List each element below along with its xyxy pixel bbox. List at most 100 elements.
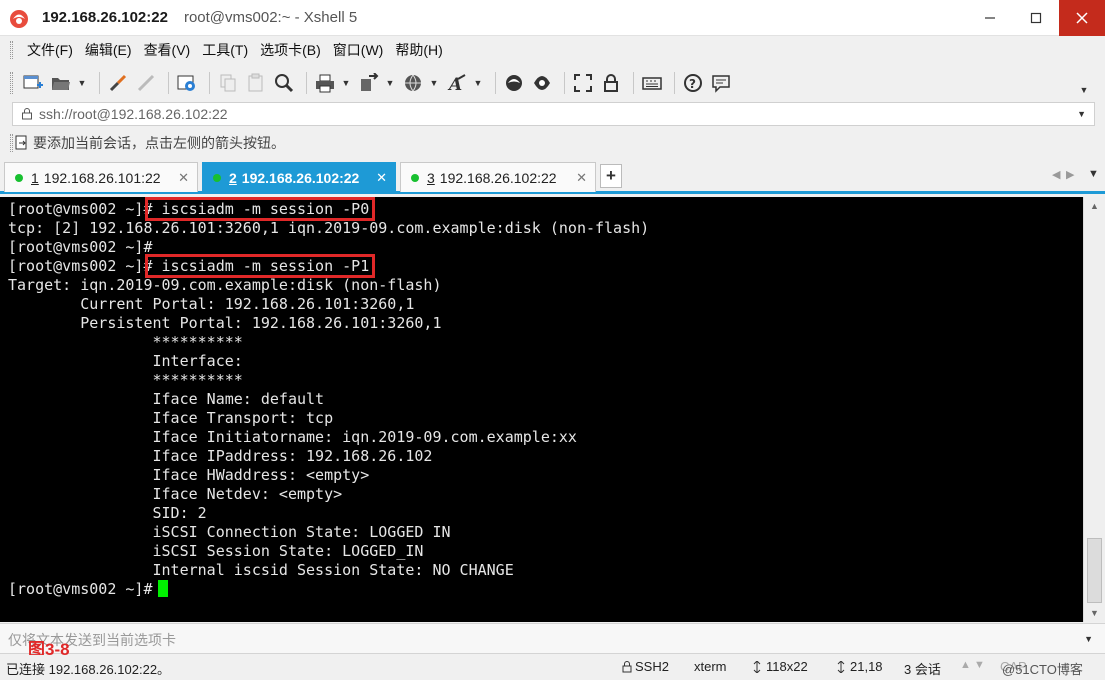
add-tab-button[interactable]: +: [600, 164, 622, 188]
toolbar-overflow[interactable]: ▼: [1079, 78, 1089, 102]
terminal-prompt-line: [root@vms002 ~]#: [8, 580, 153, 598]
connected-status-dot: [213, 173, 221, 182]
menu-window[interactable]: 窗口(W): [327, 40, 390, 60]
tab-number: 2: [229, 169, 237, 186]
tab-scroll-left-icon[interactable]: ◀: [1052, 168, 1060, 181]
tab-list-icon[interactable]: ▼: [1088, 168, 1099, 180]
font-dropdown[interactable]: ▼: [473, 71, 483, 95]
terminal-line: Internal iscsid Session State: NO CHANGE: [8, 561, 514, 579]
cursor-position: 21,18: [850, 659, 883, 674]
session-count: 3 会话: [904, 662, 941, 677]
terminal-line: Iface Initiatorname: iqn.2019-09.com.exa…: [8, 428, 577, 446]
address-input[interactable]: ssh://root@192.168.26.102:22: [39, 106, 228, 122]
toolbar-grip[interactable]: [10, 72, 13, 94]
lock-icon: [604, 74, 618, 92]
hint-bar: 要添加当前会话，点击左侧的箭头按钮。: [0, 130, 1105, 156]
fullscreen-icon: [574, 74, 592, 92]
tab-close-icon[interactable]: ✕: [576, 170, 587, 186]
chat-button[interactable]: [709, 71, 733, 95]
connected-status-dot: [15, 173, 23, 182]
connection-status: 已连接 192.168.26.102:22。: [6, 662, 171, 677]
terminal-line: Iface IPaddress: 192.168.26.102: [8, 447, 433, 465]
lock-button[interactable]: [599, 71, 623, 95]
menu-edit[interactable]: 编辑(E): [79, 40, 138, 60]
help-button[interactable]: ?: [681, 71, 705, 95]
tab-label: 192.168.26.101:22: [43, 169, 161, 186]
minimize-button[interactable]: [967, 0, 1013, 36]
terminal-cursor: [158, 580, 168, 597]
paste-icon: [248, 73, 263, 92]
keyboard-button[interactable]: [640, 71, 664, 95]
toolbar-separator: [209, 72, 210, 94]
tab-close-icon[interactable]: ✕: [376, 170, 387, 186]
open-folder-button[interactable]: [49, 71, 73, 95]
menu-file[interactable]: 文件(F): [21, 40, 79, 60]
terminal-line: iSCSI Session State: LOGGED_IN: [8, 542, 424, 560]
find-button[interactable]: [272, 71, 296, 95]
transfer-dropdown[interactable]: ▼: [385, 71, 395, 95]
compose-bar[interactable]: 仅将文本发送到当前选项卡 ▼: [0, 623, 1105, 654]
toolbar-separator: [99, 72, 100, 94]
open-folder-dropdown[interactable]: ▼: [77, 71, 87, 95]
tab-scroll-right-icon[interactable]: ▶: [1066, 168, 1074, 181]
globe-button[interactable]: [401, 71, 425, 95]
terminal-line: tcp: [2] 192.168.26.101:3260,1 iqn.2019-…: [8, 219, 650, 237]
bookmark-arrow-icon[interactable]: [15, 135, 29, 151]
toolbar-separator: [495, 72, 496, 94]
title-bar: 192.168.26.102:22 root@vms002:~ - Xshell…: [0, 0, 1105, 36]
session-tab-strip: 1 192.168.26.101:22 ✕ 2 192.168.26.102:2…: [0, 160, 1105, 194]
menu-help[interactable]: 帮助(H): [389, 40, 448, 60]
maximize-button[interactable]: [1013, 0, 1059, 36]
tab-session-2[interactable]: 2 192.168.26.102:22 ✕: [202, 162, 396, 192]
tab-session-1[interactable]: 1 192.168.26.101:22 ✕: [4, 162, 198, 192]
tab-session-3[interactable]: 3 192.168.26.102:22 ✕: [400, 162, 596, 192]
xftp-button[interactable]: [502, 71, 526, 95]
close-icon: [1076, 12, 1088, 24]
new-session-icon: [23, 75, 43, 89]
menu-view[interactable]: 查看(V): [138, 40, 197, 60]
reconnect-icon: [109, 74, 127, 92]
scroll-up-icon[interactable]: ▲: [1084, 197, 1105, 215]
close-button[interactable]: [1059, 0, 1105, 36]
paste-button[interactable]: [244, 71, 268, 95]
xmanager-icon: [534, 76, 550, 90]
tab-label: 192.168.26.102:22: [241, 169, 360, 186]
scroll-down-icon[interactable]: ▼: [1084, 604, 1105, 622]
globe-dropdown[interactable]: ▼: [429, 71, 439, 95]
fullscreen-button[interactable]: [571, 71, 595, 95]
address-dropdown[interactable]: ▼: [1077, 109, 1086, 119]
hint-grip[interactable]: [10, 134, 13, 152]
compose-dropdown-icon[interactable]: ▼: [1084, 634, 1093, 644]
xshell-logo-icon: [10, 9, 28, 28]
menu-tabs[interactable]: 选项卡(B): [254, 40, 327, 60]
terminal-scrollbar[interactable]: ▲ ▼: [1083, 197, 1105, 622]
terminal-area[interactable]: [root@vms002 ~]# iscsiadm -m session -P0…: [0, 197, 1083, 622]
print-button[interactable]: [313, 71, 337, 95]
menu-grip[interactable]: [10, 41, 13, 59]
file-transfer-icon: [361, 73, 379, 91]
copy-button[interactable]: [216, 71, 240, 95]
terminal-line: Persistent Portal: 192.168.26.101:3260,1: [8, 314, 442, 332]
maximize-icon: [1030, 12, 1042, 24]
terminal-line: Iface Transport: tcp: [8, 409, 334, 427]
highlight-box-command-p0: [145, 197, 375, 221]
transfer-button[interactable]: [357, 71, 381, 95]
status-nav-icons[interactable]: ▲ ▼: [960, 659, 985, 671]
size-icon: [753, 661, 761, 673]
xmanager-button[interactable]: [530, 71, 554, 95]
window-controls: [967, 0, 1105, 36]
properties-button[interactable]: [175, 71, 199, 95]
terminal-line: Iface Netdev: <empty>: [8, 485, 343, 503]
print-dropdown[interactable]: ▼: [341, 71, 351, 95]
toolbar-separator: [564, 72, 565, 94]
font-button[interactable]: A: [445, 71, 469, 95]
reconnect-button[interactable]: [106, 71, 130, 95]
disconnect-button[interactable]: [134, 71, 158, 95]
copy-icon: [220, 74, 236, 92]
tab-close-icon[interactable]: ✕: [178, 170, 189, 186]
terminal-size: 118x22: [766, 659, 808, 674]
address-bar[interactable]: ssh://root@192.168.26.102:22 ▼: [12, 102, 1095, 126]
scrollbar-thumb[interactable]: [1087, 538, 1102, 603]
menu-tools[interactable]: 工具(T): [196, 40, 254, 60]
new-session-button[interactable]: [21, 71, 45, 95]
